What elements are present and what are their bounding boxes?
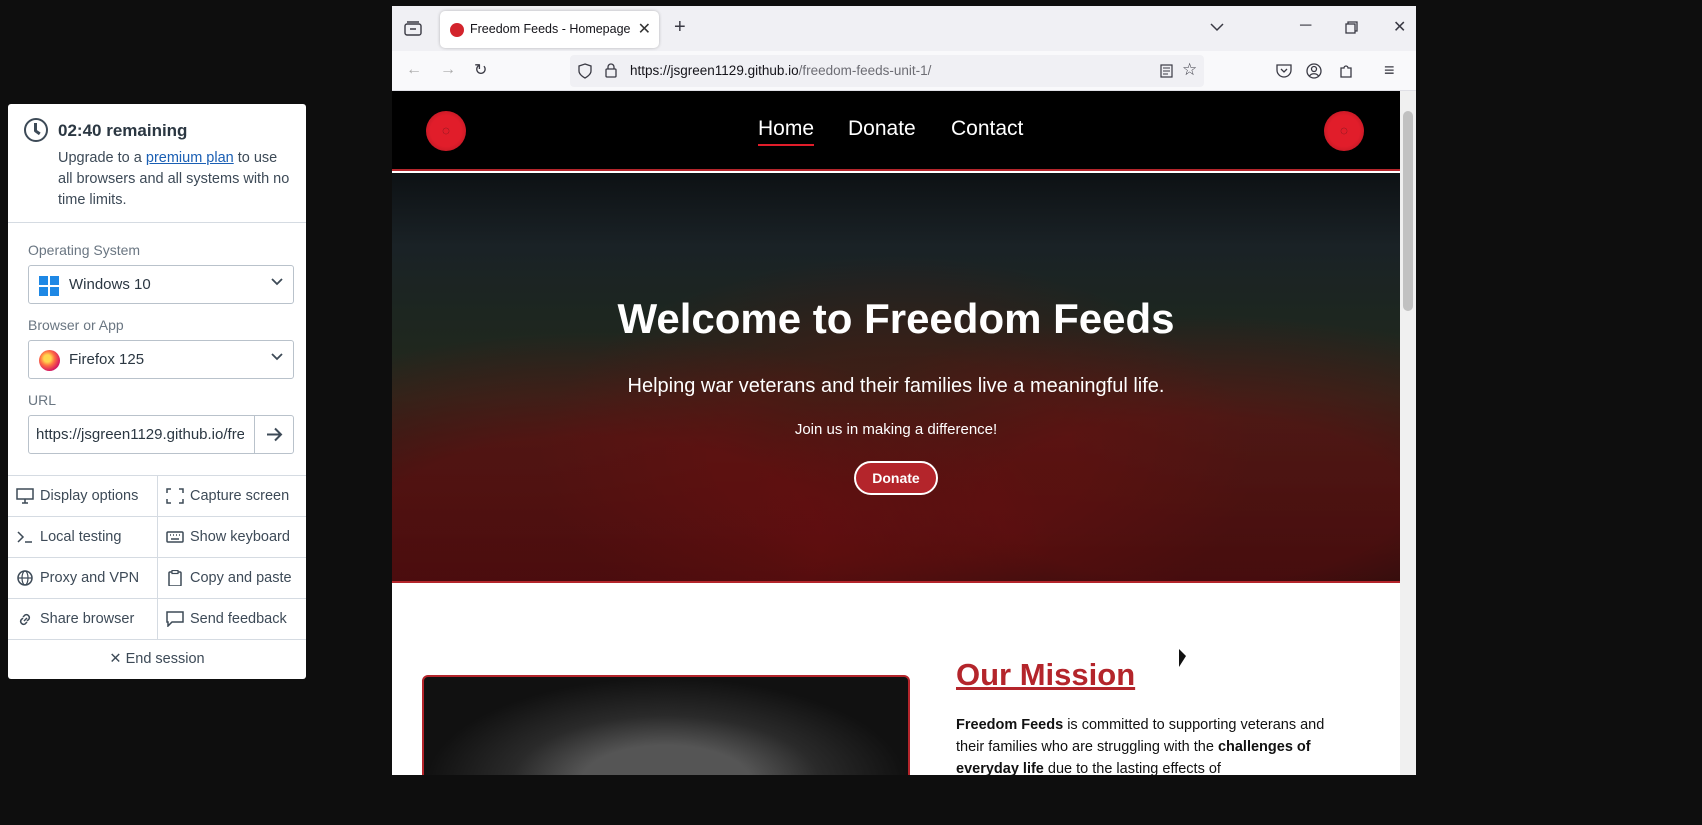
- mission-image: [422, 675, 910, 775]
- mission-brand: Freedom Feeds: [956, 717, 1064, 733]
- mission-title: Our Mission: [956, 657, 1136, 692]
- list-tabs-chevron-icon[interactable]: [1210, 22, 1224, 32]
- pocket-icon[interactable]: [1276, 64, 1292, 79]
- minimize-icon[interactable]: ─: [1300, 17, 1311, 35]
- address-bar[interactable]: https://jsgreen1129.github.io/freedom-fe…: [570, 55, 1204, 87]
- copy-paste-button[interactable]: Copy and paste: [157, 557, 306, 598]
- hero-section: Welcome to Freedom Feeds Helping war vet…: [392, 173, 1400, 583]
- nav-home-link[interactable]: Home: [758, 117, 815, 146]
- poppy-favicon-icon: [450, 23, 464, 37]
- mission-text: Freedom Feeds is committed to supporting…: [956, 714, 1346, 775]
- monitor-icon: [16, 488, 34, 504]
- nav-contact-link[interactable]: Contact: [951, 117, 1023, 141]
- scrollbar-thumb[interactable]: [1403, 111, 1413, 311]
- terminal-icon: [17, 531, 32, 543]
- os-select-value: Windows 10: [69, 276, 151, 293]
- close-tab-icon[interactable]: ✕: [638, 19, 651, 39]
- poppy-logo-icon: [1324, 111, 1364, 151]
- chat-icon: [166, 611, 184, 627]
- hero-title: Welcome to Freedom Feeds: [617, 295, 1175, 342]
- share-browser-label: Share browser: [40, 611, 135, 627]
- end-session-label: End session: [125, 651, 205, 667]
- keyboard-icon: [166, 531, 184, 543]
- windows-icon: [39, 276, 59, 296]
- firefox-icon: [39, 350, 60, 371]
- browser-select[interactable]: Firefox 125: [28, 340, 294, 379]
- browser-window: Freedom Feeds - Homepage ✕ + ─ ✕ ← → ↻ h…: [392, 6, 1416, 775]
- nav-donate-link[interactable]: Donate: [848, 117, 916, 141]
- os-label: Operating System: [28, 242, 141, 258]
- browser-select-value: Firefox 125: [69, 351, 145, 368]
- reload-icon[interactable]: ↻: [474, 60, 487, 80]
- session-panel: 02:40 remaining Upgrade to a premium pla…: [8, 104, 306, 679]
- os-select[interactable]: Windows 10: [28, 265, 294, 304]
- tab-bar: Freedom Feeds - Homepage ✕ + ─ ✕: [392, 6, 1416, 51]
- tab-title: Freedom Feeds - Homepage: [470, 22, 631, 36]
- upgrade-text-start: Upgrade to a: [58, 150, 146, 166]
- mission-text-2: due to the lasting effects of: [1043, 761, 1221, 775]
- url-field-value[interactable]: https://jsgreen1129.github.io/freedom-fe…: [36, 426, 244, 443]
- share-browser-button[interactable]: Share browser: [8, 598, 157, 639]
- display-options-button[interactable]: Display options: [8, 475, 157, 516]
- copy-paste-label: Copy and paste: [190, 570, 292, 586]
- hero-subtitle: Helping war veterans and their families …: [627, 375, 1165, 397]
- hamburger-menu-icon[interactable]: ≡: [1384, 60, 1395, 81]
- send-feedback-button[interactable]: Send feedback: [157, 598, 306, 639]
- go-button[interactable]: [254, 416, 293, 453]
- send-feedback-label: Send feedback: [190, 611, 287, 627]
- mouse-cursor-icon: [1179, 649, 1186, 667]
- url-field[interactable]: https://jsgreen1129.github.io/freedom-fe…: [28, 415, 294, 454]
- page-scrollbar[interactable]: [1400, 91, 1416, 775]
- back-icon[interactable]: ←: [406, 61, 422, 79]
- timer-section: 02:40 remaining Upgrade to a premium pla…: [8, 104, 306, 223]
- extensions-icon[interactable]: [1338, 63, 1354, 79]
- proxy-vpn-label: Proxy and VPN: [40, 570, 140, 586]
- capture-screen-label: Capture screen: [190, 488, 290, 504]
- premium-plan-link[interactable]: premium plan: [146, 150, 234, 166]
- restore-icon[interactable]: [1345, 21, 1358, 34]
- new-tab-icon[interactable]: +: [674, 16, 686, 39]
- end-session-button[interactable]: ✕ End session: [8, 639, 306, 679]
- address-text[interactable]: https://jsgreen1129.github.io/freedom-fe…: [630, 63, 931, 78]
- url-path: /freedom-feeds-unit-1/: [798, 63, 932, 78]
- arrow-right-icon: [267, 427, 283, 442]
- nav-toolbar: ← → ↻ https://jsgreen1129.github.io/free…: [392, 51, 1416, 91]
- hero-donate-button[interactable]: Donate: [854, 461, 938, 495]
- forward-icon[interactable]: →: [440, 61, 456, 79]
- tab-freedom-feeds[interactable]: Freedom Feeds - Homepage ✕: [440, 11, 659, 48]
- url-host: https://jsgreen1129.github.io: [630, 63, 799, 78]
- show-keyboard-label: Show keyboard: [190, 529, 290, 545]
- reader-view-icon[interactable]: [1160, 64, 1173, 78]
- url-label: URL: [28, 392, 57, 408]
- bookmark-star-icon[interactable]: ☆: [1182, 60, 1197, 80]
- window-close-icon[interactable]: ✕: [1393, 17, 1406, 37]
- chevron-down-icon: [271, 353, 283, 361]
- poppy-logo-icon[interactable]: [426, 111, 466, 151]
- show-keyboard-button[interactable]: Show keyboard: [157, 516, 306, 557]
- page-viewport: Home Donate Contact Welcome to Freedom F…: [392, 91, 1400, 775]
- link-icon: [19, 613, 31, 626]
- account-icon[interactable]: [1306, 63, 1322, 79]
- lock-icon[interactable]: [605, 63, 617, 78]
- capture-icon: [166, 488, 184, 504]
- clock-icon: [24, 118, 48, 142]
- tab-manager-icon[interactable]: [404, 20, 422, 36]
- close-icon: ✕: [109, 651, 122, 667]
- hero-tagline: Join us in making a difference!: [794, 421, 998, 438]
- capture-screen-button[interactable]: Capture screen: [157, 475, 306, 516]
- local-testing-label: Local testing: [40, 529, 122, 545]
- timer-title: 02:40 remaining: [58, 121, 188, 140]
- shield-icon[interactable]: [578, 63, 592, 79]
- site-header: Home Donate Contact: [392, 91, 1400, 171]
- chevron-down-icon: [271, 278, 283, 286]
- display-options-label: Display options: [40, 488, 139, 504]
- proxy-vpn-button[interactable]: Proxy and VPN: [8, 557, 157, 598]
- clipboard-icon: [168, 570, 182, 586]
- globe-icon: [17, 570, 33, 586]
- local-testing-button[interactable]: Local testing: [8, 516, 157, 557]
- upgrade-text: Upgrade to a premium plan to use all bro…: [58, 148, 290, 211]
- browser-label: Browser or App: [28, 317, 124, 333]
